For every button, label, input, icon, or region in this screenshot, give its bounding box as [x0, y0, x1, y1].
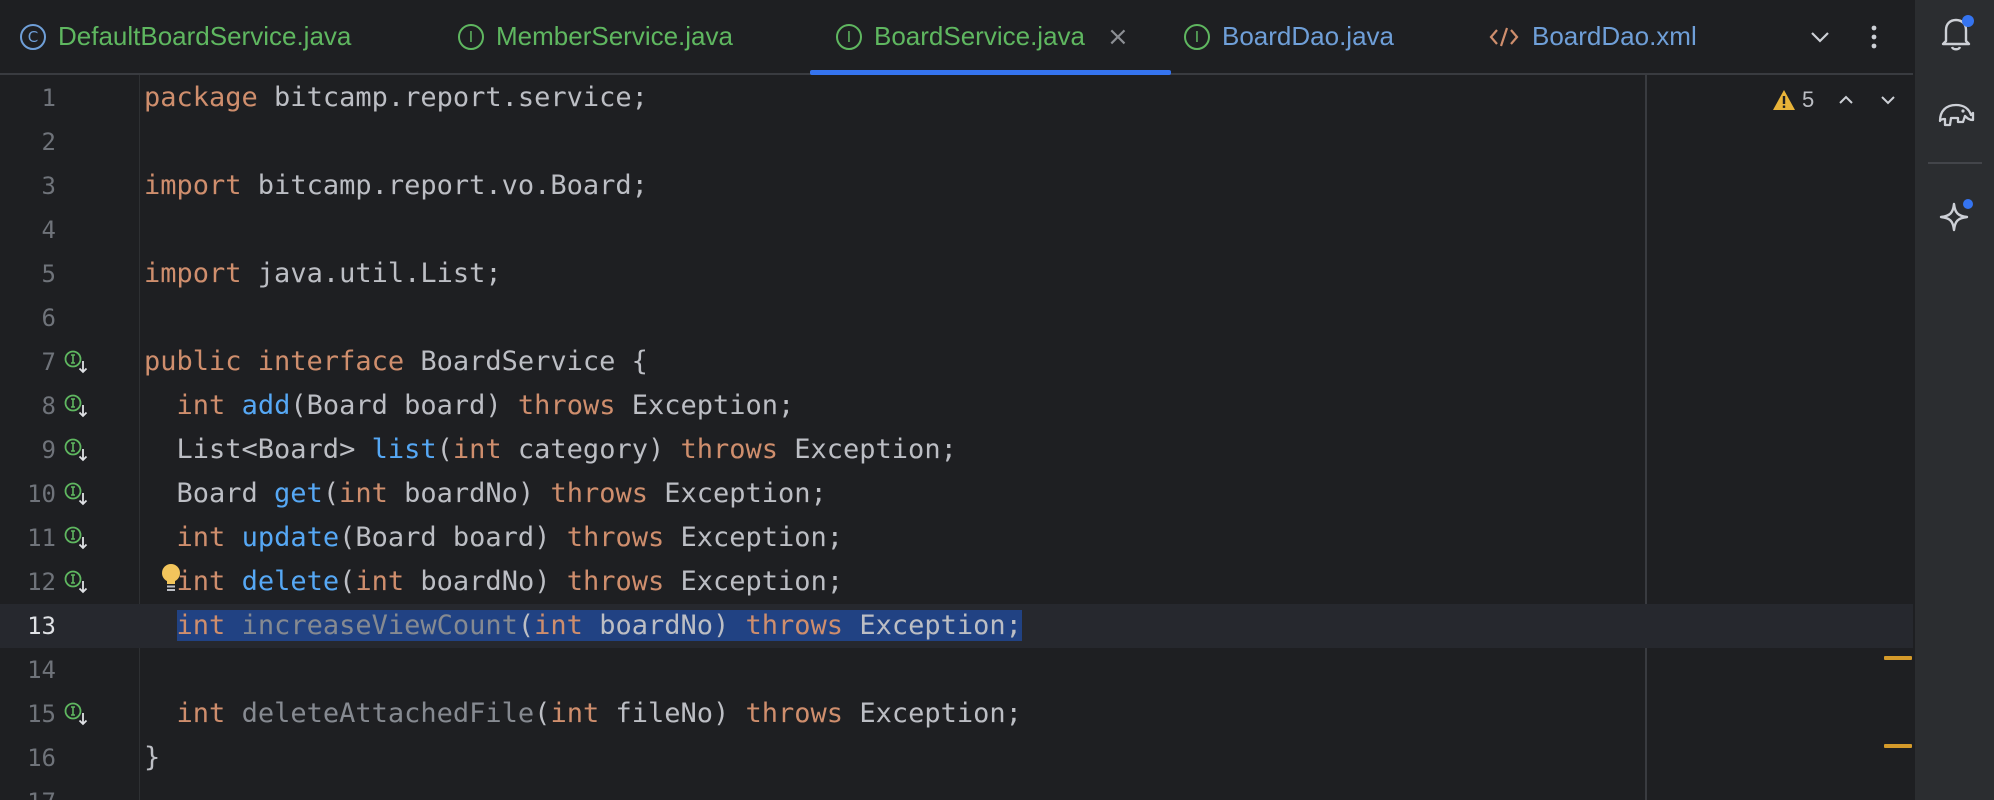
line-number: 13	[27, 612, 56, 640]
line-number: 14	[27, 656, 56, 684]
line-number: 11	[27, 524, 56, 552]
line-number: 1	[41, 84, 56, 112]
sparkle-icon	[1939, 199, 1973, 232]
code-line: 8 int add(Board board) throws Exception;	[0, 384, 1913, 428]
line-number: 10	[27, 480, 56, 508]
implemented-icon[interactable]	[64, 350, 88, 374]
line-number: 9	[41, 436, 56, 464]
code-line: 17	[0, 780, 1913, 800]
tab-defaultboardservice[interactable]: C DefaultBoardService.java	[20, 0, 351, 73]
xml-icon	[1488, 24, 1520, 50]
code-text: package bitcamp.report.service;	[144, 82, 648, 113]
line-number: 6	[41, 304, 56, 332]
code-line: 11 int update(Board board) throws Except…	[0, 516, 1913, 560]
line-number: 15	[27, 700, 56, 728]
close-tab-icon[interactable]: ×	[1107, 22, 1129, 52]
right-tool-window-bar	[1913, 0, 1994, 800]
code-line: 15 int deleteAttachedFile(int fileNo) th…	[0, 692, 1913, 736]
notifications-button[interactable]	[1935, 12, 1977, 54]
tab-boarddao-xml[interactable]: BoardDao.xml	[1488, 0, 1697, 73]
code-text: int update(Board board) throws Exception…	[176, 522, 844, 553]
implemented-icon[interactable]	[64, 570, 88, 594]
code-line: 1 package bitcamp.report.service;	[0, 76, 1913, 120]
code-line: 7 public interface BoardService {	[0, 340, 1913, 384]
code-text: int delete(int boardNo) throws Exception…	[176, 566, 844, 597]
code-text: import java.util.List;	[144, 258, 502, 289]
implemented-icon[interactable]	[64, 394, 88, 418]
code-text: Board get(int boardNo) throws Exception;	[144, 478, 827, 509]
tab-memberservice[interactable]: I MemberService.java	[458, 0, 733, 73]
more-options-button[interactable]	[1862, 0, 1886, 73]
code-text: int deleteAttachedFile(int fileNo) throw…	[176, 698, 1022, 729]
warning-stripe-mark[interactable]	[1884, 744, 1912, 748]
editor-tab-bar: C DefaultBoardService.java I MemberServi…	[0, 0, 1913, 75]
code-text: }	[144, 742, 161, 773]
implemented-icon[interactable]	[64, 526, 88, 550]
code-line-current: 13 int increaseViewCount(int boardNo) th…	[0, 604, 1913, 648]
code-line: 5 import java.util.List;	[0, 252, 1913, 296]
code-text: int increaseViewCount(int boardNo) throw…	[144, 604, 1022, 648]
implemented-icon[interactable]	[64, 482, 88, 506]
line-number: 5	[41, 260, 56, 288]
database-tool-button[interactable]	[1935, 92, 1977, 134]
code-editor[interactable]: 5 1 package bitcamp.report.service; 2 3 …	[0, 75, 1913, 800]
line-number: 17	[0, 780, 56, 800]
ai-assistant-button[interactable]	[1935, 195, 1977, 237]
line-number: 7	[41, 348, 56, 376]
tab-label: DefaultBoardService.java	[58, 21, 352, 51]
tab-label: BoardService.java	[874, 21, 1085, 51]
interface-icon: I	[836, 23, 862, 50]
line-number: 4	[41, 216, 56, 244]
code-line: 9 List<Board> list(int category) throws …	[0, 428, 1913, 472]
tab-boarddao[interactable]: I BoardDao.java	[1184, 0, 1394, 73]
code-text: int add(Board board) throws Exception;	[176, 390, 795, 421]
code-text: List<Board> list(int category) throws Ex…	[144, 434, 957, 465]
line-number: 3	[41, 172, 56, 200]
tab-list-button[interactable]	[1808, 0, 1832, 73]
implemented-icon[interactable]	[64, 702, 88, 726]
line-number: 12	[27, 568, 56, 596]
code-text: import bitcamp.report.vo.Board;	[144, 170, 648, 201]
class-icon: C	[20, 23, 46, 50]
elephant-icon	[1938, 103, 1975, 127]
code-text: public interface BoardService {	[144, 346, 648, 377]
line-number: 8	[41, 392, 56, 420]
code-line: 3 import bitcamp.report.vo.Board;	[0, 164, 1913, 208]
bell-icon	[1941, 15, 1974, 51]
code-line: 16 }	[0, 736, 1913, 780]
interface-icon: I	[458, 23, 484, 50]
code-line: 14	[0, 648, 1913, 692]
code-line: 12 int delete(int boardNo) throws Except…	[0, 560, 1913, 604]
code-line: 10 Board get(int boardNo) throws Excepti…	[0, 472, 1913, 516]
tab-label: BoardDao.java	[1222, 21, 1394, 51]
toolbar-separator	[1928, 162, 1982, 164]
implemented-icon[interactable]	[64, 438, 88, 462]
warning-stripe-mark[interactable]	[1884, 656, 1912, 660]
interface-icon: I	[1184, 23, 1210, 50]
more-vertical-icon	[1871, 25, 1877, 48]
code-line: 6	[0, 296, 1913, 340]
line-number: 16	[27, 744, 56, 772]
line-number: 2	[41, 128, 56, 156]
chevron-down-icon	[1811, 31, 1829, 43]
code-line: 4	[0, 208, 1913, 252]
tab-label: BoardDao.xml	[1532, 21, 1697, 51]
tab-label: MemberService.java	[496, 21, 733, 51]
text-selection[interactable]: int increaseViewCount(int boardNo) throw…	[176, 610, 1022, 641]
tab-boardservice[interactable]: I BoardService.java ×	[810, 0, 1171, 75]
code-line: 2	[0, 120, 1913, 164]
